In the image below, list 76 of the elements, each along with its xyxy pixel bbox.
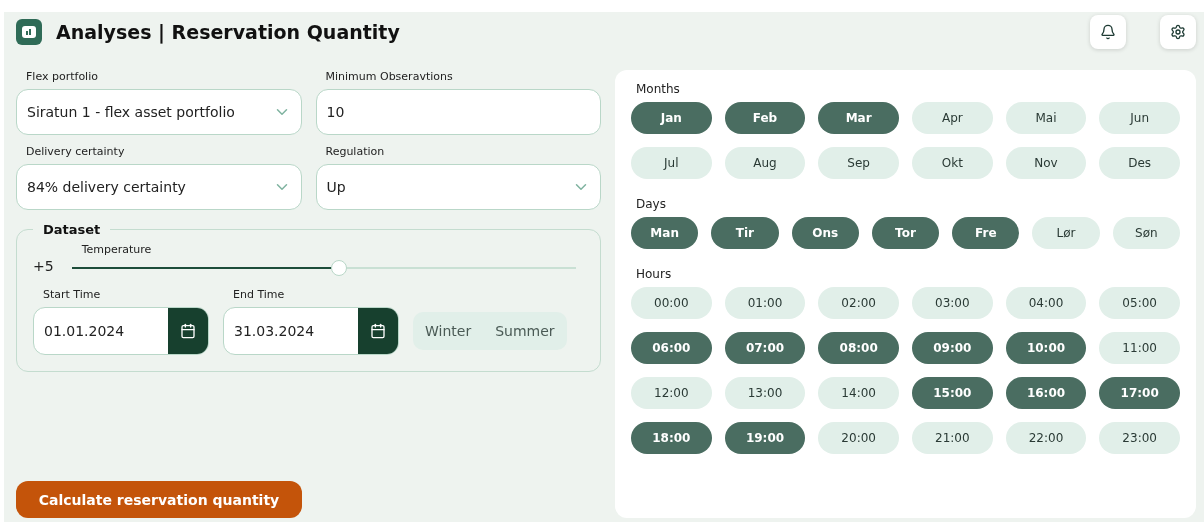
toggle-chip[interactable]: Feb <box>724 102 806 134</box>
section-label: Hours <box>636 267 673 281</box>
toggle-chip[interactable]: Fre <box>952 217 1020 249</box>
field-label: Delivery certainty <box>25 145 126 158</box>
section-label: Months <box>636 82 681 96</box>
observations-input[interactable]: 10 <box>315 89 601 135</box>
toggle-chip[interactable]: 03:00 <box>912 287 993 319</box>
toggle-chip[interactable]: Tir <box>711 217 779 249</box>
calendar-button[interactable] <box>358 308 398 354</box>
toggle-chip[interactable]: 17:00 <box>1099 377 1180 409</box>
calendar-icon <box>180 323 196 339</box>
slider-thumb[interactable] <box>330 260 347 276</box>
toggle-chip[interactable]: 05:00 <box>1099 287 1180 319</box>
toggle-chip[interactable]: Nov <box>1005 147 1087 179</box>
toggle-chip[interactable]: 21:00 <box>912 422 993 454</box>
certainty-select[interactable]: 84% delivery certainty <box>16 164 302 210</box>
calendar-icon <box>370 323 386 339</box>
app-logo <box>16 19 42 45</box>
toggle-chip[interactable]: Ons <box>791 217 859 249</box>
slider-reading: +5 <box>33 258 54 276</box>
toggle-chip[interactable]: Lør <box>1032 217 1100 249</box>
toggle-chip[interactable]: 01:00 <box>724 287 806 319</box>
portfolio-select[interactable]: Siratun 1 - flex asset portfolio <box>16 89 302 135</box>
toggle-chip[interactable]: Okt <box>912 147 993 179</box>
settings-button[interactable] <box>1160 15 1196 49</box>
toggle-chip[interactable]: 06:00 <box>631 332 712 364</box>
toggle-chip[interactable]: 13:00 <box>724 377 806 409</box>
toggle-chip[interactable]: 16:00 <box>1005 377 1087 409</box>
toggle-chip[interactable]: Des <box>1099 147 1180 179</box>
field-label: Flex portfolio <box>25 70 99 83</box>
field-label: End Time <box>232 288 286 301</box>
regulation-select[interactable]: Up <box>315 164 601 210</box>
toggle-chip[interactable]: Man <box>631 217 699 249</box>
toggle-chip[interactable]: Sep <box>818 147 899 179</box>
calendar-button[interactable] <box>168 308 208 354</box>
toggle-chip[interactable]: 18:00 <box>631 422 712 454</box>
field-label: Minimum Obseravtions <box>324 70 454 83</box>
bell-icon <box>1100 24 1116 40</box>
toggle-chip[interactable]: 00:00 <box>631 287 712 319</box>
section-label: Days <box>636 197 667 211</box>
date-field[interactable]: 31.03.2024 <box>223 307 399 355</box>
toggle-chip[interactable]: 09:00 <box>912 332 993 364</box>
settings-icon <box>1170 24 1186 40</box>
date-field[interactable]: 01.01.2024 <box>33 307 209 355</box>
calculate-button[interactable]: Calculate reservation quantity <box>16 481 302 518</box>
field-label: Regulation <box>324 145 386 158</box>
toggle-chip[interactable]: 07:00 <box>724 332 806 364</box>
toggle-chip[interactable]: Apr <box>912 102 993 134</box>
toggle-chip[interactable]: 08:00 <box>818 332 899 364</box>
toggle-chip[interactable]: 22:00 <box>1005 422 1087 454</box>
field-label: Start Time <box>42 288 102 301</box>
toggle-chip[interactable]: 10:00 <box>1005 332 1087 364</box>
toggle-chip[interactable]: Jun <box>1099 102 1180 134</box>
toggle-chip[interactable]: 11:00 <box>1099 332 1180 364</box>
dataset-title: Dataset <box>42 222 102 237</box>
toggle-chip[interactable]: Jan <box>631 102 712 134</box>
toggle-chip[interactable]: Søn <box>1112 217 1180 249</box>
season-option[interactable]: Summer <box>483 312 567 350</box>
toggle-chip[interactable]: Tor <box>871 217 940 249</box>
toggle-chip[interactable]: 20:00 <box>818 422 899 454</box>
toggle-chip[interactable]: 02:00 <box>818 287 899 319</box>
toggle-chip[interactable]: 15:00 <box>912 377 993 409</box>
toggle-chip[interactable]: Jul <box>631 147 712 179</box>
toggle-chip[interactable]: 12:00 <box>631 377 712 409</box>
temperature-slider[interactable] <box>71 260 576 276</box>
page-title: Analyses | Reservation Quantity <box>56 21 401 43</box>
toggle-chip[interactable]: Mar <box>818 102 899 134</box>
season-option[interactable]: Winter <box>413 312 484 350</box>
toggle-chip[interactable]: 19:00 <box>724 422 806 454</box>
toggle-chip[interactable]: 14:00 <box>818 377 899 409</box>
toggle-chip[interactable]: 23:00 <box>1099 422 1180 454</box>
notifications-button[interactable] <box>1090 15 1126 49</box>
toggle-chip[interactable]: Aug <box>724 147 806 179</box>
toggle-chip[interactable]: Mai <box>1005 102 1087 134</box>
slider-label: Temperature <box>80 243 153 256</box>
toggle-chip[interactable]: 04:00 <box>1005 287 1087 319</box>
